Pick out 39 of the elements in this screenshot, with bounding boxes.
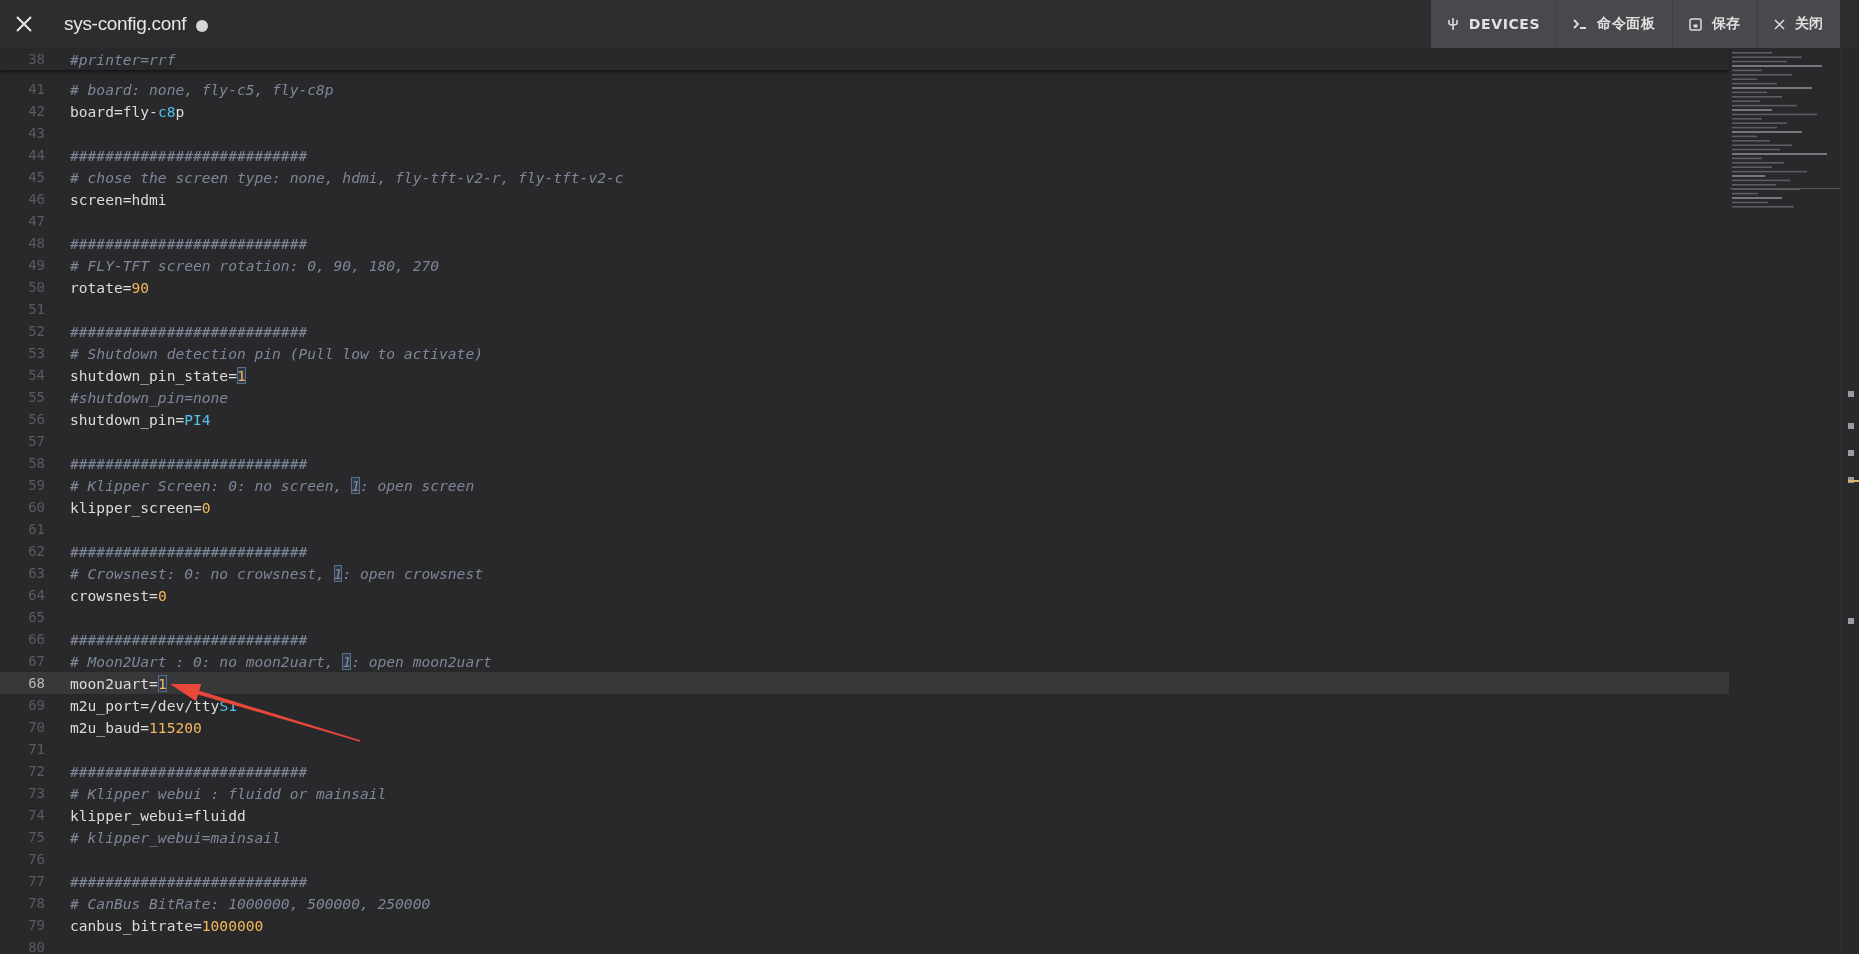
close-button[interactable]: [14, 14, 34, 34]
code-line: # board: none, fly-c5, fly-c8p: [70, 80, 334, 98]
code-line: rotate=90: [70, 278, 150, 296]
close-icon: [1773, 18, 1785, 30]
code-line: # Crowsnest: 0: no crowsnest, 1: open crowsnest: [70, 564, 483, 582]
line-number: 68: [27, 675, 45, 691]
code-line: ###########################: [70, 146, 308, 164]
code-line: # FLY-TFT screen rotation: 0, 90, 180, 270: [70, 256, 440, 274]
code-line: shutdown_pin=PI4: [70, 410, 211, 428]
code-line: # Shutdown detection pin (Pull low to activate): [70, 344, 483, 362]
code-line: ###########################: [70, 454, 308, 472]
terminal-icon: [1573, 18, 1588, 30]
code-line: moon2uart=1: [70, 674, 167, 692]
code-line: #printer=rrf: [70, 50, 176, 68]
code-line: ###########################: [70, 872, 308, 890]
close-icon: [16, 16, 32, 32]
code-line: canbus_bitrate=1000000: [70, 916, 264, 934]
code-line: # Klipper Screen: 0: no screen, 1: open screen: [70, 476, 475, 494]
code-line: ###########################: [70, 234, 308, 252]
code-line: shutdown_pin_state=1: [70, 366, 246, 384]
code-line: # Klipper webui : fluidd or mainsail: [70, 784, 387, 802]
code-line: klipper_webui=fluidd: [70, 806, 246, 824]
file-title: sys-config.conf: [64, 13, 187, 35]
save-icon: [1688, 17, 1702, 31]
usb-icon: [1446, 17, 1459, 31]
code-line: ###########################: [70, 762, 308, 780]
code-line: # Moon2Uart : 0: no moon2uart, 1: open moon2uart: [70, 652, 492, 670]
code-line: ###########################: [70, 630, 308, 648]
code-line: ###########################: [70, 542, 308, 560]
code-line: klipper_screen=0: [70, 498, 211, 516]
code-line: board=fly-c8p: [70, 102, 185, 120]
code-line: ###########################: [70, 322, 308, 340]
code-line: crowsnest=0: [70, 586, 167, 604]
code-line: # chose the screen type: none, hdmi, fly-tft-v2-r, fly-tft-v2-c: [70, 168, 624, 186]
code-line: # CanBus BitRate: 1000000, 500000, 250000: [70, 894, 431, 912]
code-line: #shutdown_pin=none: [70, 388, 229, 406]
code-line: screen=hdmi: [70, 190, 167, 208]
code-line: # klipper_webui=mainsail: [70, 828, 281, 846]
code-line: m2u_baud=115200: [70, 718, 202, 736]
